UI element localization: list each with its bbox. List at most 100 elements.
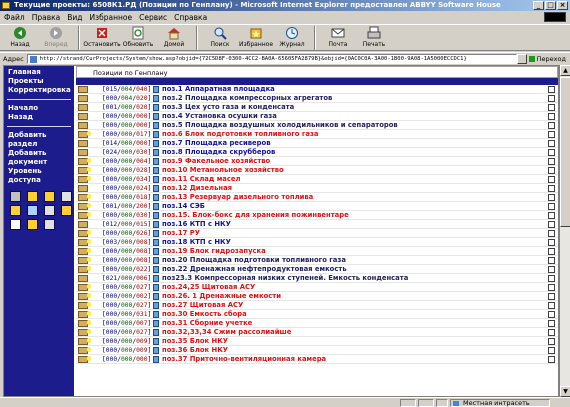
row-checkbox[interactable] [548, 311, 555, 318]
folder-bulb-icon[interactable] [78, 176, 91, 183]
document-icon[interactable] [153, 176, 159, 183]
row-title-link[interactable]: поз.31 Сборние учетке [162, 319, 252, 328]
go-button[interactable]: Переход [527, 55, 570, 63]
folder-bulb-icon[interactable] [78, 338, 91, 345]
scroll-down-arrow-icon[interactable]: ▼ [560, 386, 570, 397]
mail-button[interactable]: Почта [320, 25, 356, 48]
document-icon[interactable] [153, 131, 159, 138]
row-checkbox[interactable] [548, 239, 555, 246]
folder-icon[interactable] [78, 149, 88, 156]
document-icon[interactable] [153, 140, 159, 147]
row-title-link[interactable]: поз.5 Площадка воздушных холодильников и… [162, 121, 398, 130]
row-title-link[interactable]: поз.10 Метанольное хозяйство [162, 166, 284, 175]
document-icon[interactable] [153, 185, 159, 192]
row-title-link[interactable]: поз.18 КТП с НКУ [162, 238, 231, 247]
sidebar-link-back[interactable]: Назад [4, 113, 74, 122]
print-button[interactable]: Печать [356, 25, 392, 48]
document-icon[interactable] [153, 356, 159, 363]
row-title-link[interactable]: поз.35 Блок НКУ [162, 337, 228, 346]
row-title-link[interactable]: поз.8 Площадка скрубберов [162, 148, 275, 157]
row-title-link[interactable]: поз.15. Блок-бокс для хранения пожинвент… [162, 211, 349, 220]
row-title-link[interactable]: поз.9 Факельное хозяйство [162, 157, 270, 166]
refresh-button[interactable]: Обновить [120, 25, 156, 48]
row-title-link[interactable]: поз.22 Дренажная нефтепродуктовая емкост… [162, 265, 347, 274]
document-icon[interactable] [153, 320, 159, 327]
scroll-thumb[interactable] [560, 77, 570, 227]
folder-icon[interactable] [78, 140, 88, 147]
document-icon[interactable] [44, 205, 55, 216]
row-checkbox[interactable] [548, 356, 555, 363]
row-title-link[interactable]: поз.17 РУ [162, 229, 200, 238]
row-checkbox[interactable] [548, 104, 555, 111]
folder-bulb-icon[interactable] [78, 302, 91, 309]
row-title-link[interactable]: поз.32,33,34 Сжим рассолиайше [162, 328, 291, 337]
folder-bulb-icon[interactable] [78, 212, 91, 219]
row-title-link[interactable]: поз.37 Приточно-вентиляционная камера [162, 355, 326, 364]
sidebar-link-home[interactable]: Главная [4, 68, 74, 77]
history-button[interactable]: Журнал [274, 25, 310, 48]
document-icon[interactable] [153, 338, 159, 345]
row-checkbox[interactable] [548, 338, 555, 345]
menu-file[interactable]: Файл [4, 13, 25, 22]
folder-icon[interactable] [78, 122, 88, 129]
folder-bulb-icon[interactable] [78, 248, 91, 255]
row-title-link[interactable]: поз.20 Площадка подготовки топливного га… [162, 256, 346, 265]
row-checkbox[interactable] [548, 158, 555, 165]
row-checkbox[interactable] [548, 185, 555, 192]
folder-bulb-icon[interactable] [78, 257, 91, 264]
row-checkbox[interactable] [548, 203, 555, 210]
folder-bulb-icon[interactable] [78, 284, 91, 291]
document-icon[interactable] [44, 219, 55, 230]
row-checkbox[interactable] [548, 230, 555, 237]
document-icon[interactable] [27, 205, 38, 216]
folder-bulb-icon[interactable] [78, 311, 91, 318]
document-icon[interactable] [153, 167, 159, 174]
row-title-link[interactable]: поз.4 Установка осушки газа [162, 112, 277, 121]
row-title-link[interactable]: поз23.3 Компрессорная низких ступеней. Е… [162, 274, 408, 283]
row-checkbox[interactable] [548, 248, 555, 255]
back-button[interactable]: Назад [2, 25, 38, 48]
folder-icon[interactable] [78, 86, 88, 93]
document-icon[interactable] [153, 95, 159, 102]
sidebar-link-access-level[interactable]: Уровень доступа [4, 167, 74, 185]
address-dropdown-button[interactable] [516, 53, 527, 64]
folder-icon[interactable] [44, 191, 55, 202]
row-checkbox[interactable] [548, 329, 555, 336]
document-icon[interactable] [153, 122, 159, 129]
row-checkbox[interactable] [548, 266, 555, 273]
folder-bulb-icon[interactable] [78, 194, 91, 201]
favorites-button[interactable]: Избранное [238, 25, 274, 48]
row-checkbox[interactable] [548, 149, 555, 156]
row-title-link[interactable]: поз.6 Блок подготовки топливного газа [162, 130, 319, 139]
row-checkbox[interactable] [548, 221, 555, 228]
forward-button[interactable]: Вперед [38, 25, 74, 48]
folder-icon[interactable] [10, 205, 21, 216]
folder-bulb-icon[interactable] [78, 131, 91, 138]
folder-bulb-icon[interactable] [78, 329, 91, 336]
document-icon[interactable] [153, 230, 159, 237]
folder-bulb-icon[interactable] [78, 347, 91, 354]
row-checkbox[interactable] [548, 284, 555, 291]
document-icon[interactable] [153, 149, 159, 156]
folder-bulb-icon[interactable] [78, 239, 91, 246]
folder-icon[interactable] [61, 205, 72, 216]
document-icon[interactable] [153, 104, 159, 111]
folder-icon[interactable] [78, 185, 88, 192]
document-icon[interactable] [153, 221, 159, 228]
row-checkbox[interactable] [548, 176, 555, 183]
folder-icon[interactable] [78, 113, 88, 120]
row-title-link[interactable]: поз.27 Щитовая АСУ [162, 301, 243, 310]
address-input[interactable]: http://strand/CurProjects/System/show.as… [26, 53, 517, 64]
row-checkbox[interactable] [548, 302, 555, 309]
folder-icon[interactable] [27, 191, 38, 202]
home-button[interactable]: Домой [156, 25, 192, 48]
search-button[interactable]: Поиск [202, 25, 238, 48]
sidebar-link-add-section[interactable]: Добавить раздел [4, 131, 74, 149]
document-icon[interactable] [153, 203, 159, 210]
menu-tools[interactable]: Сервис [139, 13, 167, 22]
row-checkbox[interactable] [548, 212, 555, 219]
row-title-link[interactable]: поз.2 Площадка компрессорных агрегатов [162, 94, 332, 103]
sidebar-link-start[interactable]: Начало [4, 104, 74, 113]
folder-icon[interactable] [78, 95, 88, 102]
document-icon[interactable] [153, 266, 159, 273]
